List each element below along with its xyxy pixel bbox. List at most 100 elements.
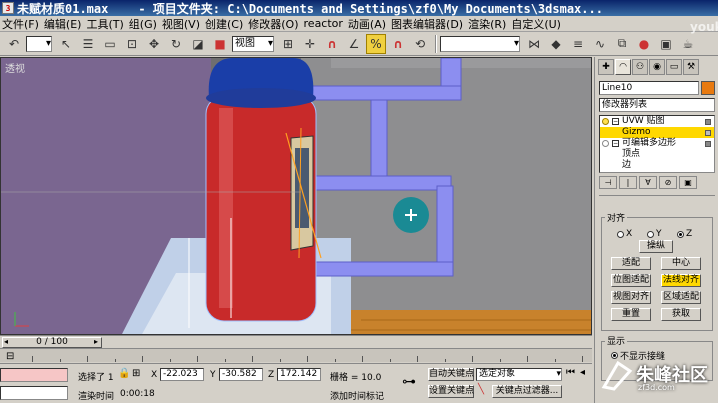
track-bar[interactable]: ⊟ (0, 348, 592, 362)
motion-tab-icon[interactable]: ◉ (649, 59, 665, 75)
pivot-icon[interactable]: ⊞ (278, 34, 298, 54)
x-coordinate-field[interactable]: -22.023 (160, 368, 204, 381)
bulb-icon[interactable] (602, 118, 609, 125)
material-editor-icon[interactable]: ● (634, 34, 654, 54)
stack-item-gizmo[interactable]: Gizmo (600, 127, 714, 138)
perspective-viewport[interactable]: 透视 (0, 57, 592, 335)
remove-modifier-icon[interactable]: ⊘ (659, 176, 677, 189)
menu-views[interactable]: 视图(V) (162, 16, 200, 32)
make-unique-icon[interactable]: ∀ (639, 176, 657, 189)
menu-tools[interactable]: 工具(T) (86, 16, 123, 32)
normal-align-button[interactable]: 法线对齐 (661, 274, 701, 287)
stack-item-uvw[interactable]: − UVW 贴图 (600, 116, 714, 127)
align-z-radio[interactable]: Z (677, 229, 692, 239)
snap-toggle-icon[interactable]: ∩ (322, 34, 342, 54)
time-slider[interactable]: 0 / 100 ◂ ▸ (0, 335, 592, 348)
curve-editor-icon[interactable]: ∿ (590, 34, 610, 54)
schematic-view-icon[interactable]: ⧉ (612, 34, 632, 54)
spinner-snap-icon[interactable]: ∩ (388, 34, 408, 54)
quick-render-icon[interactable]: ☕ (678, 34, 698, 54)
lock-selection-icon[interactable]: 🔒 (118, 368, 130, 379)
stack-item-vertex[interactable]: 顶点 (600, 149, 714, 160)
key-icon[interactable]: ⊶ (402, 374, 416, 390)
region-fit-button[interactable]: 区域适配 (661, 291, 701, 304)
next-frame-icon[interactable]: ▸ (94, 337, 98, 346)
go-to-start-icon[interactable]: ⏮ (566, 367, 575, 378)
menu-group[interactable]: 组(G) (129, 16, 157, 32)
selection-filter-dropdown[interactable]: ▾ (26, 35, 52, 52)
reset-button[interactable]: 重置 (611, 308, 651, 321)
track-tick (279, 359, 281, 362)
maxscript-output[interactable] (0, 386, 68, 400)
view-align-button[interactable]: 视图对齐 (611, 291, 651, 304)
modifier-list-dropdown[interactable]: 修改器列表 (599, 98, 715, 112)
stack-item-editable-poly[interactable]: − 可编辑多边形 (600, 138, 714, 149)
collapse-icon[interactable]: − (612, 140, 619, 147)
menu-animation[interactable]: 动画(A) (348, 16, 386, 32)
select-object-icon[interactable]: ↖ (56, 34, 76, 54)
collapse-icon[interactable]: − (612, 118, 619, 125)
pin-stack-icon[interactable]: ⊣ (599, 176, 617, 189)
center-button[interactable]: 中心 (661, 257, 701, 270)
menu-customize[interactable]: 自定义(U) (511, 16, 561, 32)
undo-icon[interactable]: ↶ (4, 34, 24, 54)
rect-selection-icon[interactable]: ▭ (100, 34, 120, 54)
y-coordinate-field[interactable]: -30.582 (219, 368, 263, 381)
watermark-logo-icon (601, 360, 633, 391)
utilities-tab-icon[interactable]: ⚒ (683, 59, 699, 75)
hierarchy-tab-icon[interactable]: ⚇ (632, 59, 648, 75)
key-filters-button[interactable]: 关键点过滤器... (492, 385, 562, 398)
object-name-field[interactable]: Line10 (599, 81, 699, 95)
maxscript-listener-input[interactable] (0, 368, 68, 382)
fit-button[interactable]: 适配 (611, 257, 651, 270)
acquire-button[interactable]: 获取 (661, 308, 701, 321)
z-coordinate-field[interactable]: 172.142 (277, 368, 321, 381)
absolute-mode-icon[interactable]: ⊞ (132, 368, 140, 379)
configure-sets-icon[interactable]: ▣ (679, 176, 697, 189)
menu-edit[interactable]: 编辑(E) (44, 16, 82, 32)
percent-snap-icon[interactable]: % (366, 33, 386, 54)
menu-modifiers[interactable]: 修改器(O) (248, 16, 298, 32)
add-time-tag[interactable]: 添加时间标记 (330, 389, 384, 402)
angle-snap-icon[interactable]: ∠ (344, 34, 364, 54)
modify-tab-icon[interactable]: ◠ (615, 59, 631, 75)
menu-file[interactable]: 文件(F) (2, 16, 39, 32)
select-scale-icon[interactable]: ◪ (188, 34, 208, 54)
display-tab-icon[interactable]: ▭ (666, 59, 682, 75)
select-by-name-icon[interactable]: ☰ (78, 34, 98, 54)
named-selection-sets-dropdown[interactable]: ▾ (440, 35, 520, 52)
show-end-result-icon[interactable]: | (619, 176, 637, 189)
align-y-radio[interactable]: Y (647, 229, 662, 239)
viewport-label[interactable]: 透视 (5, 60, 25, 75)
bitmap-fit-button[interactable]: 位图适配 (611, 274, 651, 287)
layer-manager-icon[interactable]: ≡ (568, 34, 588, 54)
menu-graph-editors[interactable]: 图表编辑器(D) (391, 16, 463, 32)
reference-coordinate-dropdown[interactable]: 视图 ▾ (232, 35, 274, 52)
prev-frame-icon[interactable]: ◂ (4, 337, 8, 346)
open-mini-curve-editor-icon[interactable]: ⊟ (6, 351, 14, 362)
create-tab-icon[interactable]: ✚ (598, 59, 614, 75)
bulb-icon[interactable] (602, 140, 609, 147)
window-crossing-icon[interactable]: ⊡ (122, 34, 142, 54)
align-icon[interactable]: ◆ (546, 34, 566, 54)
select-move-icon[interactable]: ✥ (144, 34, 164, 54)
menu-rendering[interactable]: 渲染(R) (468, 16, 506, 32)
key-selection-dropdown[interactable]: 选定对象 ▾ (476, 368, 562, 381)
menu-reactor[interactable]: reactor (304, 17, 343, 30)
render-scene-icon[interactable]: ▣ (656, 34, 676, 54)
mirror-icon[interactable]: ⋈ (524, 34, 544, 54)
menu-create[interactable]: 创建(C) (205, 16, 243, 32)
object-color-swatch[interactable] (701, 81, 715, 95)
stop-icon[interactable]: ■ (210, 34, 230, 54)
time-slider-thumb[interactable]: 0 / 100 (2, 337, 102, 348)
manipulate-button[interactable]: 操纵 (639, 240, 673, 253)
select-manipulate-icon[interactable]: ✛ (300, 34, 320, 54)
prev-key-icon[interactable]: ◂ (580, 367, 585, 378)
edit-named-selections-icon[interactable]: ⟲ (410, 34, 430, 54)
stack-item-edge[interactable]: 边 (600, 160, 714, 171)
auto-key-button[interactable]: 自动关键点 (428, 368, 474, 381)
select-rotate-icon[interactable]: ↻ (166, 34, 186, 54)
set-key-button[interactable]: 设置关键点 (428, 385, 474, 398)
app-icon[interactable]: 3 (2, 2, 14, 14)
align-x-radio[interactable]: X (617, 229, 632, 239)
